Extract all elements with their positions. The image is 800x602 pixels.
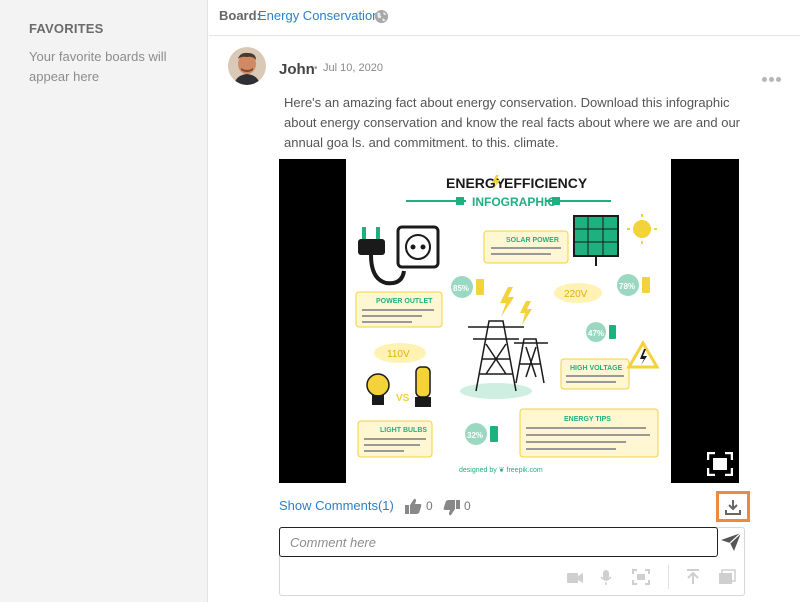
send-icon[interactable] <box>720 532 742 552</box>
dislike-count: 0 <box>464 499 471 513</box>
video-icon[interactable] <box>566 569 584 585</box>
like-count: 0 <box>426 499 433 513</box>
info-credit: designed by ❦ freepik.com <box>459 467 543 474</box>
comment-input[interactable] <box>279 527 718 557</box>
info-bulbs: LIGHT BULBS <box>380 427 427 434</box>
meta-separator: • <box>314 63 318 74</box>
info-220v: 220V <box>564 289 588 300</box>
favorites-title: FAVORITES <box>29 21 104 36</box>
dislike-button[interactable]: 0 <box>443 497 479 516</box>
avatar[interactable] <box>228 47 266 85</box>
info-vs: VS <box>396 393 410 404</box>
thumbs-up-icon <box>405 498 422 514</box>
upload-icon[interactable] <box>684 569 702 585</box>
board-name-link[interactable]: Energy Conservation <box>258 8 379 23</box>
board-label: Board: <box>219 8 261 23</box>
gallery-icon[interactable] <box>718 569 736 585</box>
info-p47: 47% <box>588 329 604 338</box>
fullscreen-icon[interactable] <box>707 452 733 476</box>
info-tips: ENERGY TIPS <box>564 416 611 423</box>
post-date: Jul 10, 2020 <box>323 62 383 74</box>
post-text: Here's an amazing fact about energy cons… <box>284 95 741 150</box>
post-image[interactable]: ENERGY EFFICIENCY INFOGRAPHIC SOLAR POWE… <box>279 159 739 483</box>
microphone-icon[interactable] <box>597 569 615 585</box>
info-title-1b: EFFICIENCY <box>504 175 588 191</box>
download-icon <box>725 500 741 515</box>
thumbs-down-icon <box>443 500 460 516</box>
download-button[interactable] <box>716 491 750 522</box>
info-outlet: POWER OUTLET <box>376 298 433 305</box>
like-button[interactable]: 0 <box>405 497 441 515</box>
info-solar: SOLAR POWER <box>506 237 559 244</box>
info-p85: 85% <box>453 284 469 293</box>
globe-icon <box>374 9 389 24</box>
infographic: ENERGY EFFICIENCY INFOGRAPHIC SOLAR POWE… <box>346 159 671 483</box>
board-header: Board: Energy Conservation <box>209 0 800 36</box>
more-options-icon[interactable] <box>762 69 784 82</box>
show-comments-link[interactable]: Show Comments(1) <box>279 498 394 513</box>
screen-capture-icon[interactable] <box>632 569 650 585</box>
favorites-empty-message: Your favorite boards will appear here <box>29 49 167 84</box>
info-high-voltage: HIGH VOLTAGE <box>570 365 623 372</box>
post-author[interactable]: John <box>279 61 315 78</box>
toolbar-divider <box>668 565 669 589</box>
info-p78: 78% <box>619 282 635 291</box>
info-p32: 32% <box>467 431 483 440</box>
sidebar: FAVORITES Your favorite boards will appe… <box>0 0 208 602</box>
info-title-2: INFOGRAPHIC <box>472 195 556 209</box>
info-110v: 110V <box>387 349 410 360</box>
